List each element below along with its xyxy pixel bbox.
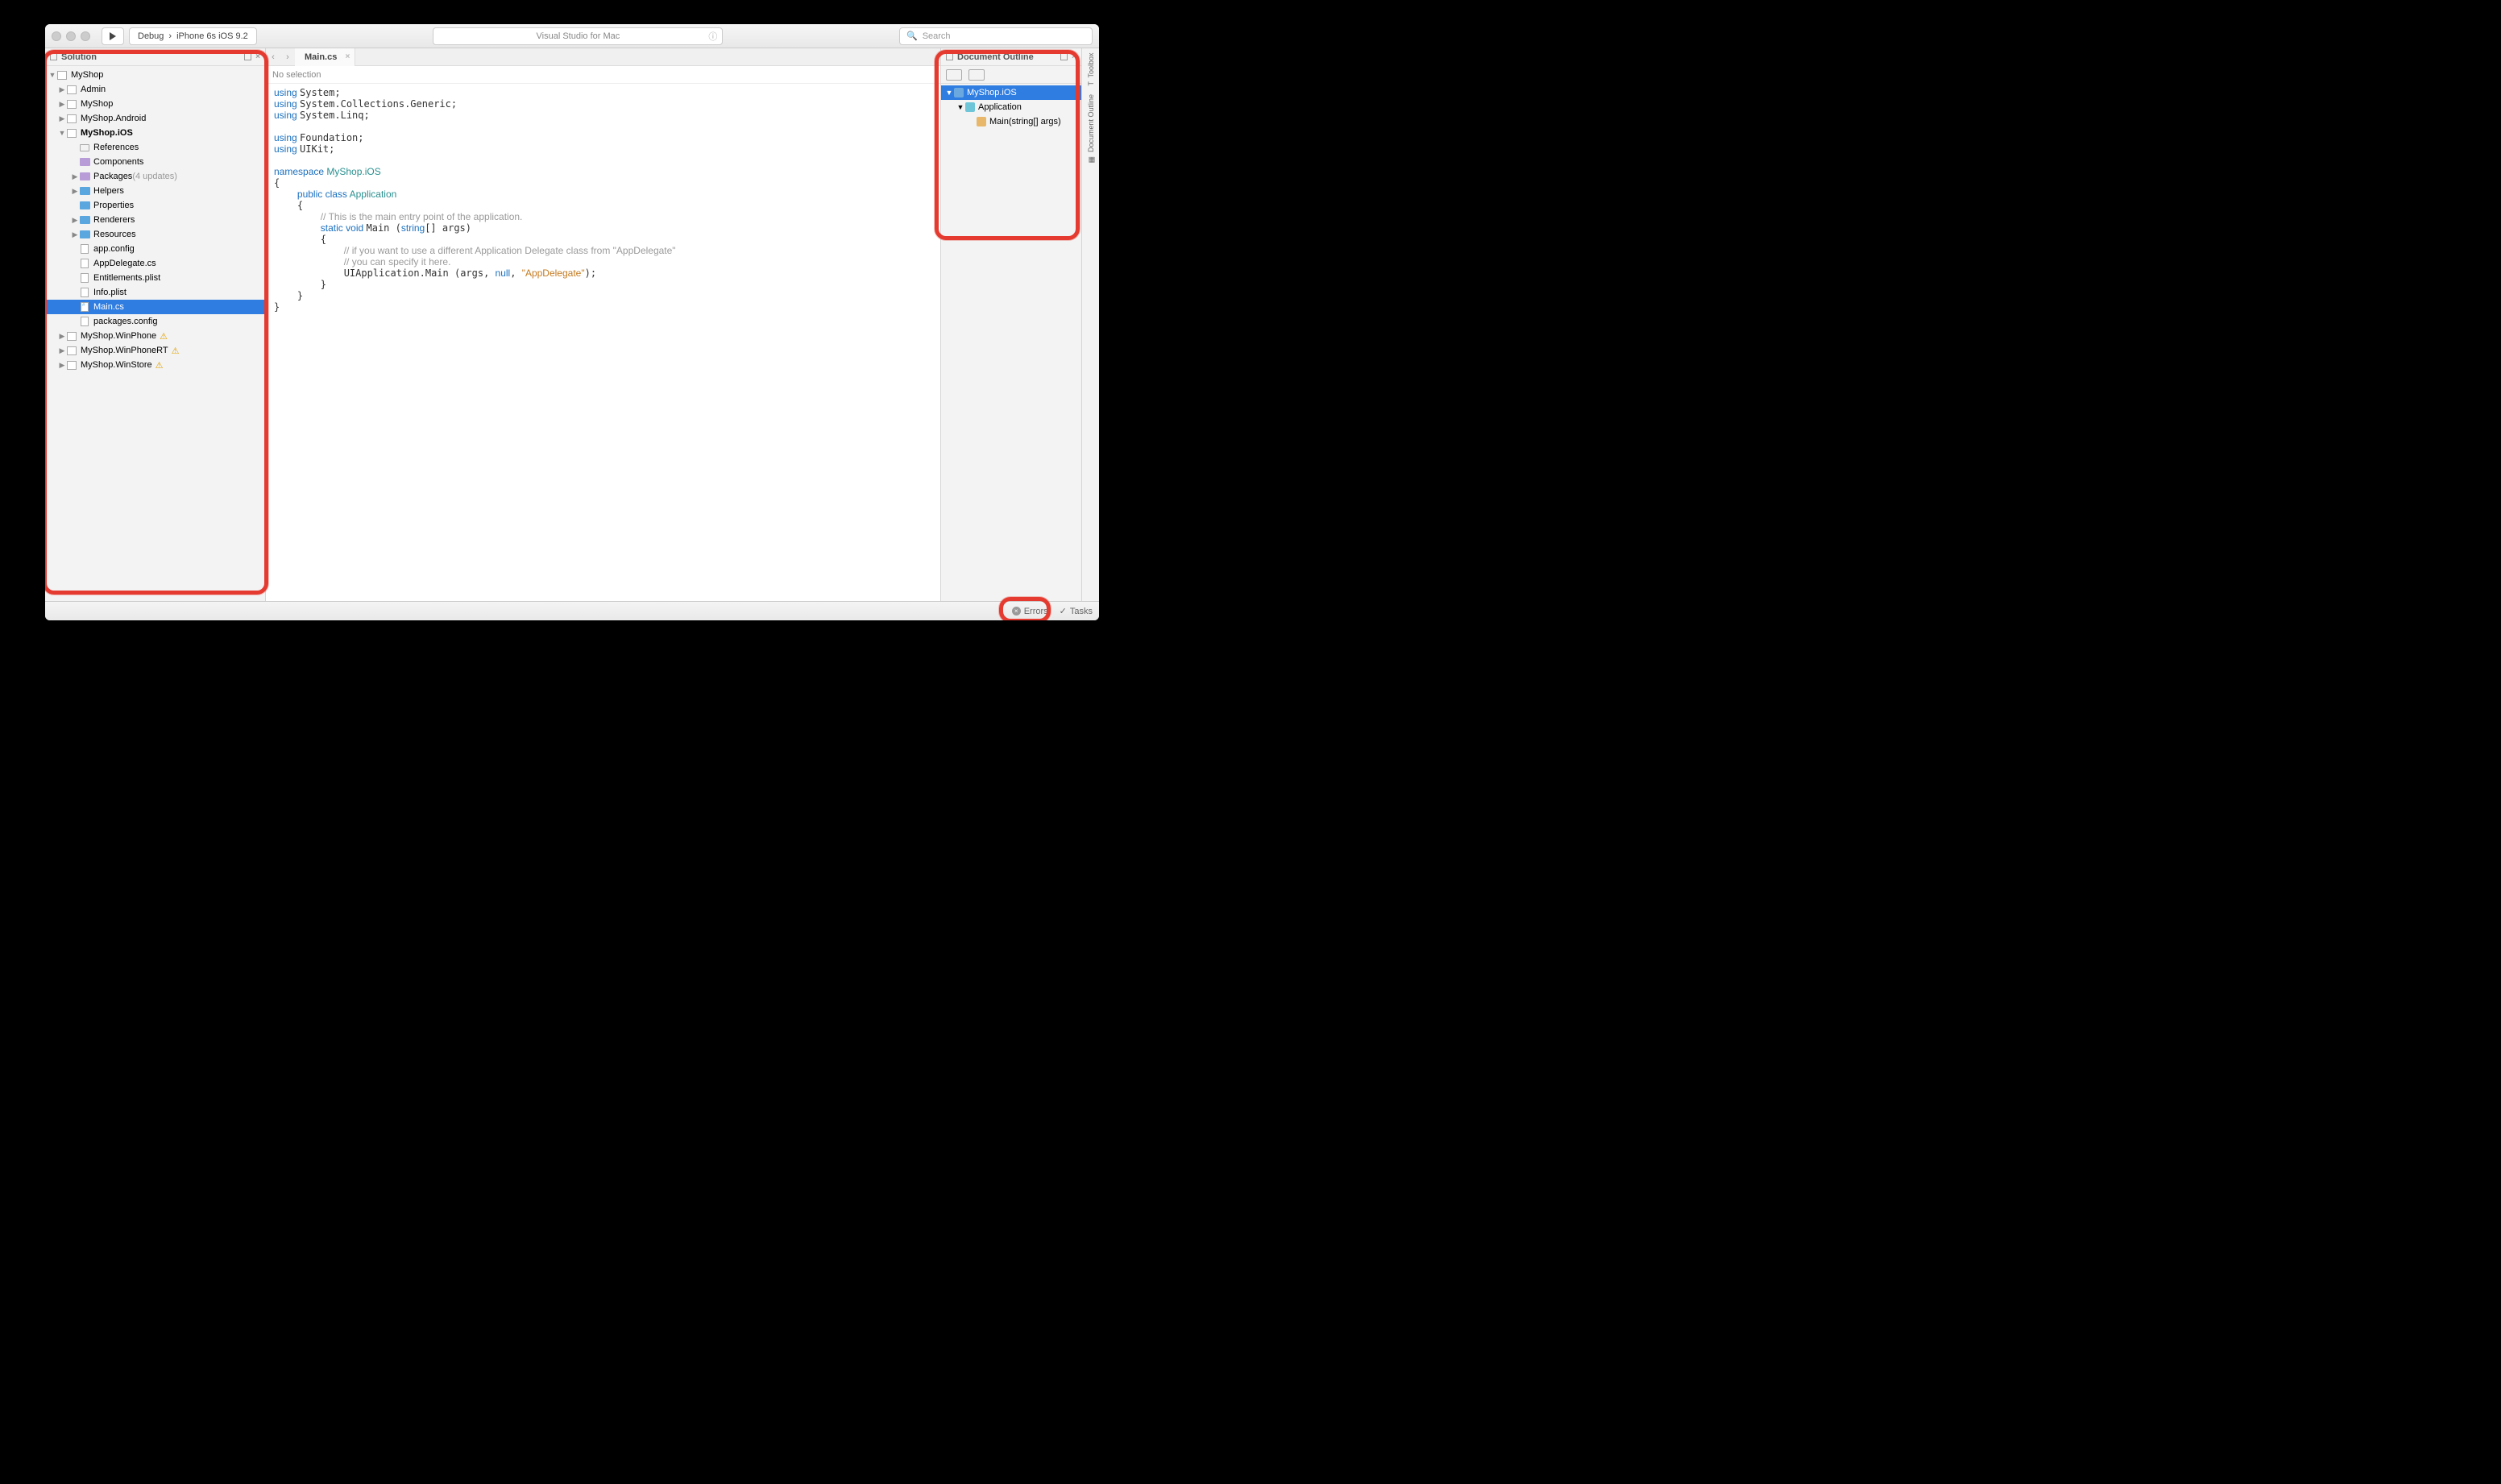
tab-bar: ‹ › Main.cs ×: [266, 48, 940, 66]
rail-outline-label: Document Outline: [1087, 94, 1095, 152]
code-area[interactable]: using System; using System.Collections.G…: [266, 84, 940, 601]
outline-item[interactable]: ▼MyShop.iOS: [941, 85, 1081, 100]
outline-icon: ▦: [1087, 155, 1095, 164]
solution-tree[interactable]: ▼MyShop▶Admin▶MyShop▶MyShop.Android▼MySh…: [45, 66, 265, 601]
rail-toolbox-label: Toolbox: [1087, 53, 1095, 78]
close-icon[interactable]: ×: [255, 52, 260, 61]
autohide-icon[interactable]: [244, 53, 251, 60]
close-icon[interactable]: ×: [1072, 52, 1076, 61]
tree-item[interactable]: AppDelegate.cs: [45, 256, 265, 271]
autohide-icon[interactable]: [1060, 53, 1068, 60]
status-display: Visual Studio for Mac ⓘ: [433, 27, 723, 45]
run-target-selector[interactable]: Debug › iPhone 6s iOS 9.2: [129, 27, 257, 45]
project-node[interactable]: ▼MyShop.iOS: [45, 126, 265, 140]
search-icon: 🔍: [906, 31, 918, 41]
tree-item[interactable]: Entitlements.plist: [45, 271, 265, 285]
tree-root[interactable]: ▼MyShop: [45, 68, 265, 82]
rail-toolbox[interactable]: T Toolbox: [1087, 53, 1095, 86]
status-text: Visual Studio for Mac: [537, 31, 620, 41]
right-rail: T Toolbox ▦ Document Outline: [1081, 48, 1099, 601]
outline-view-mode-1-icon[interactable]: [946, 69, 962, 81]
zoom-window-icon[interactable]: [81, 31, 90, 41]
config-label: Debug: [138, 31, 164, 41]
tree-item[interactable]: packages.config: [45, 314, 265, 329]
tree-item[interactable]: Components: [45, 155, 265, 169]
error-icon: ×: [1012, 607, 1021, 616]
tree-item[interactable]: Main.cs: [45, 300, 265, 314]
info-icon[interactable]: ⓘ: [708, 30, 717, 43]
tree-item[interactable]: References: [45, 140, 265, 155]
project-node[interactable]: ▶Admin: [45, 82, 265, 97]
rail-document-outline[interactable]: ▦ Document Outline: [1087, 94, 1095, 164]
body: Solution × ▼MyShop▶Admin▶MyShop▶MyShop.A…: [45, 48, 1099, 601]
tree-item[interactable]: app.config: [45, 242, 265, 256]
check-icon: ✓: [1060, 606, 1067, 616]
project-node[interactable]: ▶MyShop.WinPhone⚠: [45, 329, 265, 343]
play-icon: [110, 32, 116, 40]
tree-item[interactable]: ▶Resources: [45, 227, 265, 242]
project-node[interactable]: ▶MyShop.Android: [45, 111, 265, 126]
nav-back-icon[interactable]: ‹: [266, 52, 280, 62]
project-node[interactable]: ▶MyShop.WinPhoneRT⚠: [45, 343, 265, 358]
panel-icon: [50, 53, 57, 60]
tree-item[interactable]: ▶Renderers: [45, 213, 265, 227]
toolbox-icon: T: [1087, 81, 1095, 86]
project-node[interactable]: ▶MyShop.WinStore⚠: [45, 358, 265, 372]
solution-title: Solution: [61, 52, 97, 62]
editor-tab[interactable]: Main.cs ×: [295, 48, 355, 66]
solution-header: Solution ×: [45, 48, 265, 66]
device-label: iPhone 6s iOS 9.2: [176, 31, 248, 41]
titlebar: Debug › iPhone 6s iOS 9.2 Visual Studio …: [45, 24, 1099, 48]
tree-item[interactable]: ▶Helpers: [45, 184, 265, 198]
chevron-right-icon: ›: [168, 31, 172, 41]
outline-toolbar: [941, 66, 1081, 84]
breadcrumb[interactable]: No selection: [266, 66, 940, 84]
outline-item[interactable]: Main(string[] args): [941, 114, 1081, 129]
tab-close-icon[interactable]: ×: [346, 52, 350, 61]
outline-header: Document Outline ×: [941, 48, 1081, 66]
outline-tree[interactable]: ▼MyShop.iOS▼ApplicationMain(string[] arg…: [941, 84, 1081, 601]
ide-window: Debug › iPhone 6s iOS 9.2 Visual Studio …: [45, 24, 1099, 620]
editor: ‹ › Main.cs × No selection using System;…: [266, 48, 940, 601]
minimize-window-icon[interactable]: [66, 31, 76, 41]
errors-label: Errors: [1024, 607, 1048, 616]
search-placeholder: Search: [923, 31, 951, 41]
tree-item[interactable]: ▶Packages (4 updates): [45, 169, 265, 184]
nav-forward-icon[interactable]: ›: [280, 52, 295, 62]
search-input[interactable]: 🔍 Search: [899, 27, 1093, 45]
tab-label: Main.cs: [305, 52, 337, 62]
tasks-button[interactable]: ✓ Tasks: [1060, 606, 1093, 616]
document-outline-panel: Document Outline × ▼MyShop.iOS▼Applicati…: [940, 48, 1081, 601]
project-node[interactable]: ▶MyShop: [45, 97, 265, 111]
close-window-icon[interactable]: [52, 31, 61, 41]
status-bar: × Errors ✓ Tasks: [45, 601, 1099, 620]
window-controls: [52, 31, 90, 41]
solution-panel: Solution × ▼MyShop▶Admin▶MyShop▶MyShop.A…: [45, 48, 266, 601]
errors-button[interactable]: × Errors: [1012, 607, 1048, 616]
panel-icon: [946, 53, 953, 60]
tasks-label: Tasks: [1070, 607, 1093, 616]
tree-item[interactable]: Info.plist: [45, 285, 265, 300]
outline-title: Document Outline: [957, 52, 1034, 62]
outline-item[interactable]: ▼Application: [941, 100, 1081, 114]
tree-item[interactable]: Properties: [45, 198, 265, 213]
outline-view-mode-2-icon[interactable]: [968, 69, 985, 81]
run-button[interactable]: [102, 27, 124, 45]
